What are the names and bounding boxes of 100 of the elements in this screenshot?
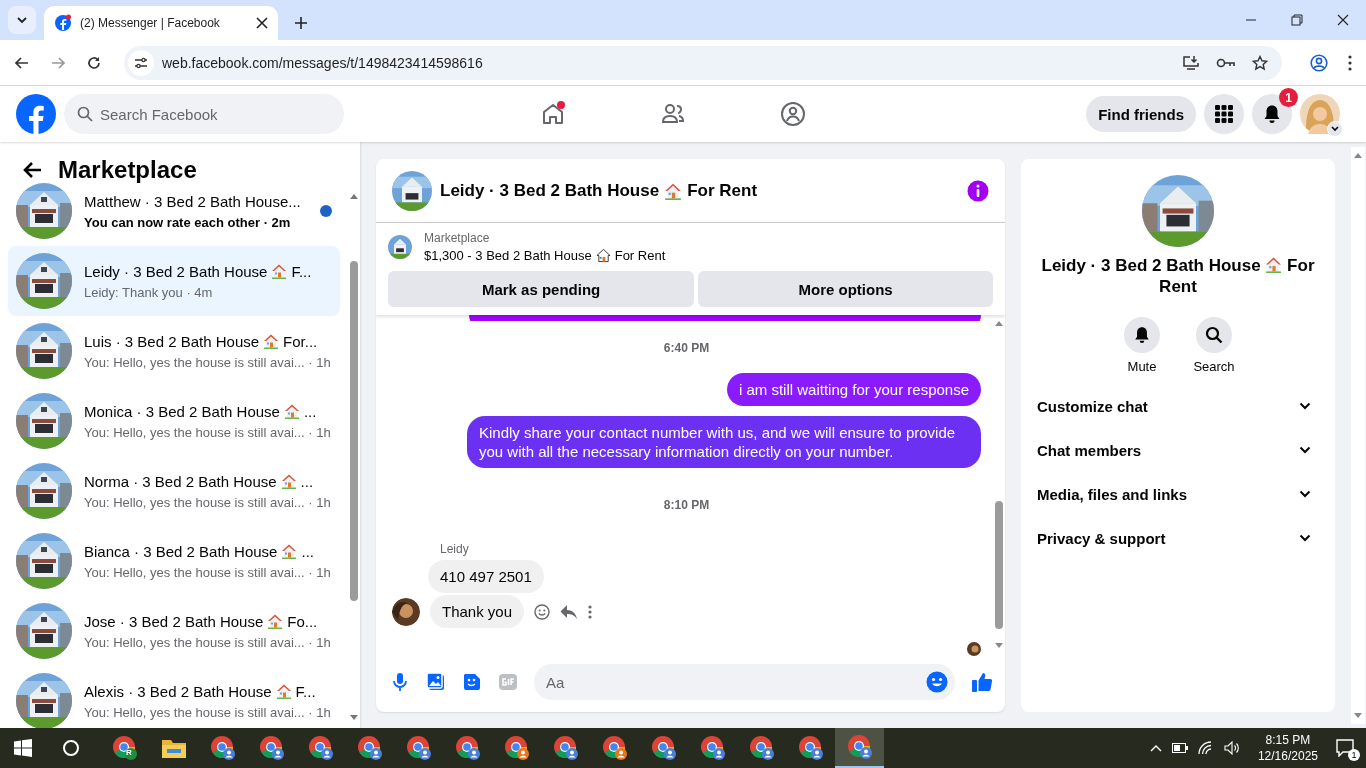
conversation-item[interactable]: Bianca · 3 Bed 2 Bath House ... You: Hello, yes the house is still avai... · 1h [8, 526, 340, 596]
reply-icon[interactable] [560, 603, 579, 620]
emoji-icon[interactable] [534, 603, 551, 620]
back-icon[interactable] [14, 54, 30, 71]
tab-list-button[interactable] [8, 6, 36, 34]
profile-icon[interactable] [1310, 53, 1328, 72]
home-tab[interactable] [540, 101, 566, 127]
scroll-up-icon[interactable] [994, 319, 1004, 327]
like-icon[interactable] [971, 671, 993, 693]
conversation-title: Bianca · 3 Bed 2 Bath House ... [84, 542, 315, 560]
mute-button[interactable] [1124, 317, 1160, 353]
image-icon[interactable] [426, 672, 446, 692]
browser-icon [797, 735, 824, 761]
forward-icon[interactable] [50, 54, 66, 71]
scrollbar-thumb[interactable] [995, 501, 1003, 629]
browser-icon [405, 735, 432, 761]
house-icon [275, 683, 292, 699]
conversation-item[interactable]: Luis · 3 Bed 2 Bath House For... You: Hello, yes the house is still avai... · 1h [8, 316, 340, 386]
search-field[interactable]: Search Facebook [64, 94, 344, 134]
clock-time: 8:15 PM [1265, 732, 1311, 748]
browser-icon [699, 735, 726, 761]
key-icon[interactable] [1216, 56, 1236, 69]
site-settings-icon[interactable] [128, 49, 154, 76]
conversation-title: Luis · 3 Bed 2 Bath House For... [84, 332, 319, 350]
browser-icon [111, 735, 138, 761]
find-friends-button[interactable]: Find friends [1086, 96, 1196, 132]
info-icon[interactable] [967, 179, 989, 202]
listing-action-button[interactable]: More options [698, 271, 993, 307]
details-section[interactable]: Chat members [1029, 428, 1327, 472]
message-field[interactable]: Aa [534, 664, 955, 700]
sticker-icon[interactable] [462, 672, 482, 692]
more-icon[interactable] [588, 604, 593, 619]
browser-icon [650, 735, 677, 761]
scroll-up-icon[interactable] [1353, 151, 1363, 159]
listing-title[interactable]: $1,300 - 3 Bed 2 Bath House For Rent [424, 248, 666, 263]
conversation-item[interactable]: Norma · 3 Bed 2 Bath House ... You: Hello, yes the house is still avai... · 1h [8, 456, 340, 526]
conversation-title: Matthew · 3 Bed 2 Bath House... [84, 192, 302, 210]
details-section[interactable]: Privacy & support [1029, 516, 1327, 560]
windows-icon[interactable] [14, 739, 32, 757]
reload-icon[interactable] [86, 54, 102, 71]
chevron-icon [1299, 534, 1311, 542]
conversation-title: Leidy · 3 Bed 2 Bath House F... [84, 262, 313, 280]
taskbar-button[interactable] [835, 728, 884, 768]
close-icon[interactable] [256, 17, 268, 29]
house-icon [280, 473, 297, 489]
wifi-icon[interactable] [1197, 741, 1214, 755]
battery-icon[interactable] [1171, 743, 1188, 753]
scroll-down-icon[interactable] [1353, 712, 1363, 720]
details-section[interactable]: Media, files and links [1029, 472, 1327, 516]
browser-icon [307, 735, 334, 761]
conversation-title: Alexis · 3 Bed 2 Bath House F... [84, 682, 317, 700]
message-preview: You: Hello, yes the house is still avai... · 1h [84, 494, 332, 510]
received-message: Thank you [430, 595, 525, 628]
new-tab-icon[interactable] [294, 16, 308, 30]
scroll-down-icon[interactable] [994, 642, 1004, 650]
conversation-item[interactable]: Leidy · 3 Bed 2 Bath House F... Leidy: Thank you · 4m [8, 246, 340, 316]
back-icon[interactable] [22, 161, 42, 179]
chat-title: Leidy · 3 Bed 2 Bath House For Rent [440, 180, 759, 201]
house-icon [283, 403, 300, 419]
sender-name: Leidy [440, 542, 470, 556]
groups-tab[interactable] [780, 101, 806, 127]
chevron-icon [1299, 446, 1311, 454]
notification-count: 1 [1348, 749, 1360, 761]
sender-avatar [392, 597, 420, 626]
details-section[interactable]: Customize chat [1029, 384, 1327, 428]
conversation-item[interactable]: Alexis · 3 Bed 2 Bath House F... You: Hello, yes the house is still avai... · 1h [8, 666, 340, 728]
star-icon[interactable] [1252, 54, 1268, 71]
menu-icon[interactable] [1348, 54, 1352, 71]
emoji-icon[interactable] [926, 671, 948, 693]
notifications-button[interactable] [1252, 94, 1292, 134]
restore-icon[interactable] [1291, 14, 1303, 26]
listing-action-button[interactable]: Mark as pending [388, 271, 695, 307]
conversation-title: Monica · 3 Bed 2 Bath House ... [84, 402, 318, 420]
message-preview: You: Hello, yes the house is still avai... · 1h [84, 354, 332, 370]
house-icon [664, 181, 683, 200]
facebook-logo[interactable] [16, 94, 56, 134]
search-button[interactable] [1196, 317, 1232, 353]
listing-label: Marketplace [424, 231, 491, 245]
chevron-down-icon [16, 14, 28, 26]
conversation-item[interactable]: Monica · 3 Bed 2 Bath House ... You: Hello, yes the house is still avai... · 1h [8, 386, 340, 456]
browser-tab[interactable]: (2) Messenger | Facebook [44, 6, 278, 40]
volume-icon[interactable] [1223, 741, 1240, 755]
scroll-down-icon[interactable] [349, 714, 359, 722]
microphone-icon[interactable] [390, 672, 410, 692]
address-bar[interactable]: web.facebook.com/messages/t/1498423414598616 [124, 45, 1282, 80]
conversation-item[interactable]: Jose · 3 Bed 2 Bath House Fo... You: Hello, yes the house is still avai... · 1h [8, 596, 340, 666]
account-menu-icon[interactable] [1327, 121, 1343, 137]
scroll-up-icon[interactable] [349, 192, 359, 200]
close-icon[interactable] [1337, 14, 1349, 26]
received-message: 410 497 2501 [428, 560, 544, 593]
menu-button[interactable] [1204, 94, 1244, 134]
action-label: Mute [1127, 359, 1157, 374]
notification-center-icon[interactable] [1336, 739, 1356, 757]
install-icon[interactable] [1182, 54, 1200, 71]
taskbar-button[interactable]: R [100, 728, 149, 768]
chevron-up-icon[interactable] [1149, 744, 1162, 752]
search-icon[interactable] [62, 739, 80, 757]
grid-icon [1214, 104, 1234, 124]
message-preview: You: Hello, yes the house is still avai... · 1h [84, 564, 332, 580]
scrollbar-thumb[interactable] [350, 261, 358, 601]
